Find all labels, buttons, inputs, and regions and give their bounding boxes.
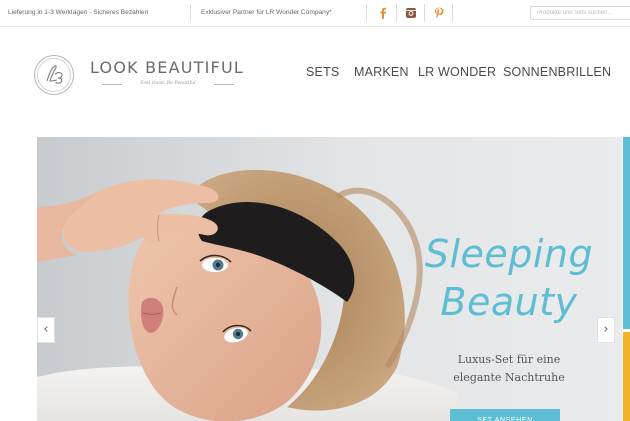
brand-name[interactable]: LOOK BEAUTIFUL [90,58,244,77]
hero-title-line2: Beauty [440,280,578,324]
monogram-mark [46,65,63,84]
divider [190,4,191,22]
facebook-icon[interactable] [374,4,392,22]
divider [102,84,122,85]
brand-tagline: Feel Good. Be Beautiful [140,81,196,86]
divider [396,4,397,22]
brand-tagline-row: Feel Good. Be Beautiful [102,80,234,88]
instagram-icon[interactable] [402,4,420,22]
logo-monogram[interactable] [34,55,74,95]
view-set-button[interactable]: SET ANSEHEN [450,409,560,421]
hero-subtitle-line1: Luxus-Set für eine [457,353,561,366]
search-input[interactable] [530,6,630,20]
top-info-bar: Lieferung in 1-3 Werktagen - Sicheres Be… [0,0,630,27]
slider-prev-icon[interactable]: ‹ [37,317,55,343]
divider [214,84,234,85]
nav-item-sets[interactable]: SETS [306,65,339,79]
nav-item-sonnenbrillen[interactable]: SONNENBRILLEN [503,65,611,79]
side-banner-gold[interactable] [623,332,630,421]
pinterest-icon[interactable] [430,4,448,22]
hero-slider[interactable]: Sleeping Beauty Luxus-Set für eine elega… [37,137,622,421]
hero-subtitle-line2: elegante Nachtruhe [453,371,565,384]
nav-item-lr-wonder[interactable]: LR WONDER [418,65,496,79]
divider [366,4,367,22]
slider-next-icon[interactable]: › [597,317,615,343]
shipping-info: Lieferung in 1-3 Werktagen - Sicheres Be… [8,9,149,16]
side-banner-blue[interactable] [623,137,630,329]
nav-item-marken[interactable]: MARKEN [354,65,409,79]
partner-info: Exklusiver Partner für LR Wonder Company… [201,9,332,16]
hero-title-line1: Sleeping [424,232,594,276]
divider [452,4,453,22]
divider [424,4,425,22]
